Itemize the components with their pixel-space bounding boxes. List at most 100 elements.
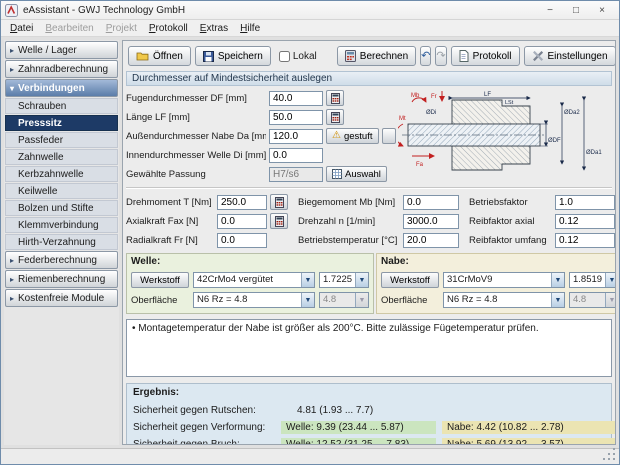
chevron-down-icon: ▼	[605, 273, 616, 287]
result-label: Sicherheit gegen Rutschen:	[133, 405, 281, 416]
diagram-label-fr: Fr	[431, 94, 437, 100]
field-row: Reibfaktor umfang	[469, 232, 615, 248]
fugendurchmesser-input[interactable]	[269, 91, 323, 106]
da-more-button[interactable]	[382, 128, 396, 144]
biegemoment-input[interactable]	[403, 195, 459, 210]
innendurchmesser-input[interactable]	[269, 148, 323, 163]
sidebar-item-federberechnung[interactable]: ▸ Federberechnung	[5, 251, 118, 269]
maximize-button[interactable]: □	[563, 2, 589, 19]
sidebar-item-welle-lager[interactable]: ▸ Welle / Lager	[5, 41, 118, 59]
welle-werkstoff-button[interactable]: Werkstoff	[131, 272, 189, 288]
diagram-label-lst: LSt	[505, 100, 514, 106]
diagram-label-mt: Mt	[399, 116, 406, 122]
calculate-button[interactable]: Berechnen	[337, 46, 416, 66]
aussendurchmesser-input[interactable]	[269, 129, 323, 144]
sidebar-item-label: Presssitz	[18, 118, 62, 129]
menu-extras[interactable]: Extras	[194, 22, 234, 35]
nabe-title: Nabe:	[381, 256, 616, 269]
local-checkbox[interactable]	[279, 51, 290, 62]
welle-surface-select[interactable]: N6 Rz = 4.8 ▼	[193, 292, 315, 308]
sidebar-item-label: Federberechnung	[18, 255, 97, 266]
close-button[interactable]: ×	[589, 2, 615, 19]
open-button[interactable]: Öffnen	[128, 46, 191, 66]
sidebar-item-label: Hirth-Verzahnung	[18, 237, 96, 248]
loads-col3: Betriebsfaktor Reibfaktor axial Reibfakt…	[469, 194, 615, 251]
protocol-button[interactable]: Protokoll	[451, 46, 520, 66]
calc-button[interactable]	[270, 213, 288, 229]
auswahl-button[interactable]: Auswahl	[326, 166, 387, 182]
undo-button[interactable]: ↶	[420, 46, 431, 66]
sidebar-item-passfeder[interactable]: Passfeder	[5, 132, 118, 148]
resize-grip[interactable]	[613, 458, 615, 460]
sidebar-item-schrauben[interactable]: Schrauben	[5, 98, 118, 114]
result-value: 4.81 (1.93 ... 7.7)	[281, 405, 373, 416]
calculator-icon	[275, 197, 284, 208]
sidebar-item-zahnradberechnung[interactable]: ▸ Zahnradberechnung	[5, 60, 118, 78]
settings-button[interactable]: Einstellungen	[524, 46, 616, 66]
axialkraft-input[interactable]	[217, 214, 267, 229]
reibfaktor-umfang-input[interactable]	[555, 233, 615, 248]
betriebstemperatur-input[interactable]	[403, 233, 459, 248]
sidebar-group-verbindungen[interactable]: ▾ Verbindungen	[5, 79, 118, 97]
reibfaktor-axial-label: Reibfaktor axial	[469, 216, 552, 227]
diagram-label-mb: Mb	[411, 93, 420, 99]
sidebar-item-klemmverbindung[interactable]: Klemmverbindung	[5, 217, 118, 233]
main-panel: Öffnen Speichern Lokal Berechnen ↶ ↷	[122, 40, 616, 445]
reibfaktor-axial-input[interactable]	[555, 214, 615, 229]
toolbar: Öffnen Speichern Lokal Berechnen ↶ ↷	[126, 44, 612, 68]
nabe-material-value: 31CrMoV9	[444, 273, 551, 287]
nabe-number-select[interactable]: 1.8519 ▼	[569, 272, 616, 288]
menu-datei[interactable]: Datei	[4, 22, 39, 35]
geometry-section: Fugendurchmesser DF [mm] Länge LF [mm] A…	[126, 90, 612, 185]
field-row: Fugendurchmesser DF [mm]	[126, 90, 398, 106]
passung-input[interactable]	[269, 167, 323, 182]
radialkraft-input[interactable]	[217, 233, 267, 248]
calc-button[interactable]	[326, 109, 344, 125]
gestuft-button[interactable]: ⚠ gestuft	[326, 128, 379, 144]
redo-button[interactable]: ↷	[435, 46, 446, 66]
nabe-oberflaeche-label: Oberfläche	[381, 295, 439, 306]
sidebar-item-kerbzahnwelle[interactable]: Kerbzahnwelle	[5, 166, 118, 182]
chevron-down-icon: ▼	[551, 273, 564, 287]
drehzahl-input[interactable]	[403, 214, 459, 229]
nabe-surface-select[interactable]: N6 Rz = 4.8 ▼	[443, 292, 565, 308]
betriebsfaktor-input[interactable]	[555, 195, 615, 210]
calc-button[interactable]	[270, 194, 288, 210]
betriebsfaktor-label: Betriebsfaktor	[469, 197, 552, 208]
diagram-label-da2: ØDa2	[564, 110, 580, 116]
field-row: Betriebsfaktor	[469, 194, 615, 210]
sidebar-item-bolzen-stifte[interactable]: Bolzen und Stifte	[5, 200, 118, 216]
sidebar-item-presssitz[interactable]: Presssitz	[5, 115, 118, 131]
menu-protokoll[interactable]: Protokoll	[143, 22, 194, 35]
calculator-icon	[331, 112, 340, 123]
sidebar-item-zahnwelle[interactable]: Zahnwelle	[5, 149, 118, 165]
local-checkbox-group[interactable]: Lokal	[275, 51, 321, 62]
folder-icon	[136, 51, 149, 61]
nabe-werkstoff-button[interactable]: Werkstoff	[381, 272, 439, 288]
redo-icon: ↷	[436, 51, 445, 62]
local-label: Lokal	[293, 51, 317, 62]
field-row: Drehzahl n [1/min]	[298, 213, 459, 229]
calculator-icon	[345, 50, 356, 62]
field-row: Biegemoment Mb [Nm]	[298, 194, 459, 210]
calc-button[interactable]	[326, 90, 344, 106]
tools-icon	[532, 50, 544, 62]
statusbar	[1, 448, 619, 464]
menu-hilfe[interactable]: Hilfe	[234, 22, 266, 35]
innendurchmesser-label: Innendurchmesser Welle Di [mm]	[126, 150, 266, 161]
sidebar-group-label: Verbindungen	[18, 83, 85, 94]
laenge-input[interactable]	[269, 110, 323, 125]
sidebar-item-hirth-verzahnung[interactable]: Hirth-Verzahnung	[5, 234, 118, 250]
nabe-material-select[interactable]: 31CrMoV9 ▼	[443, 272, 565, 288]
minimize-button[interactable]: −	[537, 2, 563, 19]
diagram-label-lf: LF	[484, 92, 491, 98]
welle-material-select[interactable]: 42CrMo4 vergütet ▼	[193, 272, 315, 288]
sidebar-item-kostenfreie-module[interactable]: ▸ Kostenfreie Module	[5, 289, 118, 307]
welle-number-select[interactable]: 1.7225 ▼	[319, 272, 369, 288]
field-row: Außendurchmesser Nabe Da [mm] ⚠ gestuft	[126, 128, 398, 144]
sidebar-item-riemenberechnung[interactable]: ▸ Riemenberechnung	[5, 270, 118, 288]
drehmoment-input[interactable]	[217, 195, 267, 210]
save-button[interactable]: Speichern	[195, 46, 271, 66]
sidebar-item-keilwelle[interactable]: Keilwelle	[5, 183, 118, 199]
chevron-right-icon: ▸	[10, 46, 14, 55]
